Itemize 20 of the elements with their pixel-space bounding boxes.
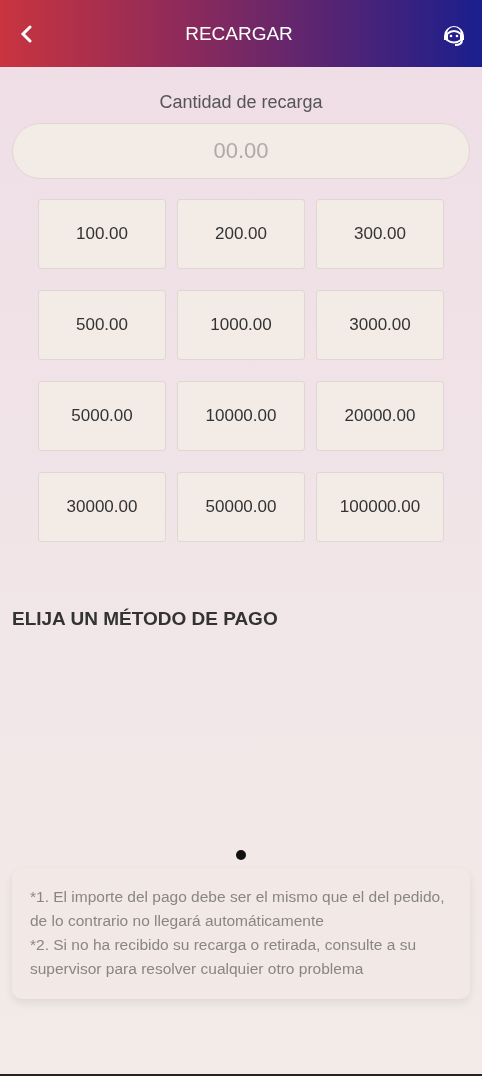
amount-option[interactable]: 10000.00 — [177, 381, 305, 451]
amount-option[interactable]: 20000.00 — [316, 381, 444, 451]
amount-option[interactable]: 100.00 — [38, 199, 166, 269]
amount-option[interactable]: 300.00 — [316, 199, 444, 269]
amount-option[interactable]: 1000.00 — [177, 290, 305, 360]
amount-option[interactable]: 200.00 — [177, 199, 305, 269]
back-icon — [20, 24, 34, 43]
amount-option[interactable]: 5000.00 — [38, 381, 166, 451]
amount-label: Cantidad de recarga — [158, 92, 324, 113]
amount-option[interactable]: 3000.00 — [316, 290, 444, 360]
amount-field[interactable]: 00.00 — [12, 123, 470, 179]
pager-dot[interactable] — [236, 850, 246, 860]
page-title: RECARGAR — [185, 22, 293, 45]
amount-option[interactable]: 30000.00 — [38, 472, 166, 542]
amount-option[interactable]: 50000.00 — [177, 472, 305, 542]
note-text: *2. Si no ha recibido su recarga o retirada, consulte a su supervisor para resolver cualquier otro problema — [30, 935, 417, 979]
section-heading: ELIJA UN MÉTODO DE PAGO — [12, 608, 279, 630]
amount-option[interactable]: 500.00 — [38, 290, 166, 360]
amount-option[interactable]: 100000.00 — [316, 472, 444, 542]
note-text: *1. El importe del pago debe ser el mismo que el del pedido, de lo contrario no llegará automáticamente — [30, 887, 446, 931]
